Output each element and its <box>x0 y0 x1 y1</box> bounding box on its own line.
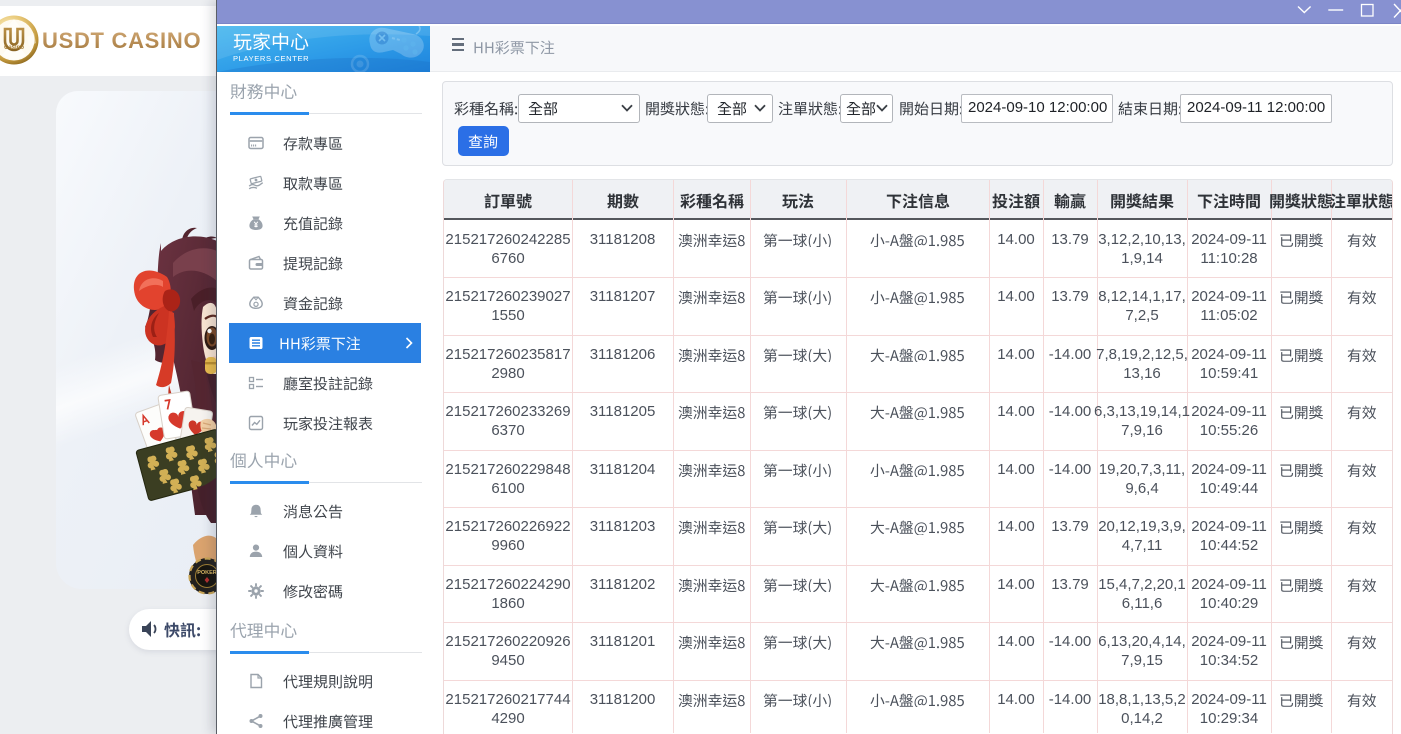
svg-text:POKER: POKER <box>197 570 217 576</box>
svg-text:Casino: Casino <box>4 45 24 51</box>
